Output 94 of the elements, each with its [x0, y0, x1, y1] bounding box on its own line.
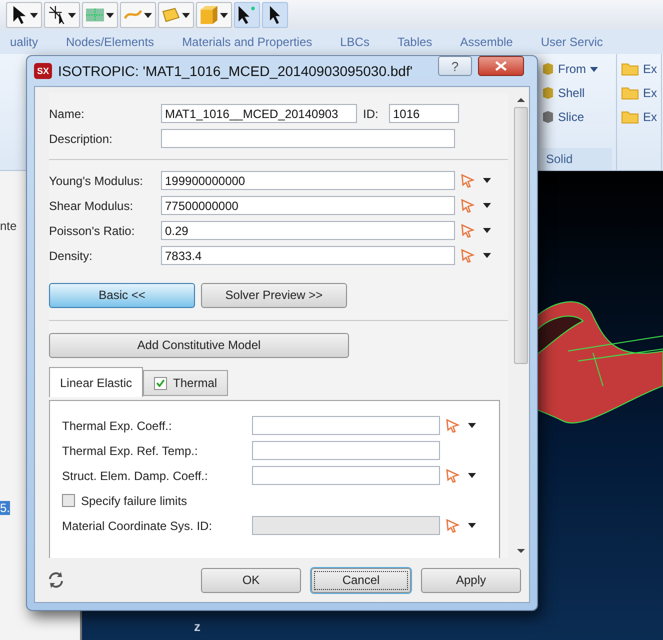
field-label: Material Coordinate Sys. ID: — [62, 518, 214, 532]
ribbon-button[interactable]: Slice — [542, 108, 612, 126]
tab[interactable]: Linear Elastic — [49, 367, 144, 397]
pick-arrow-icon[interactable] — [461, 248, 475, 262]
pick-arrow-icon[interactable] — [461, 198, 475, 212]
pick-arrow-icon[interactable] — [461, 224, 475, 238]
input-field[interactable] — [252, 441, 440, 460]
cube-icon — [200, 6, 218, 24]
ribbon-tab[interactable]: Materials and Properties — [182, 35, 312, 49]
caret-icon[interactable] — [68, 12, 76, 18]
ribbon-button[interactable]: Shell — [542, 84, 612, 102]
field-label: Description: — [49, 132, 114, 146]
axis-label: z — [194, 619, 200, 634]
folder-icon — [621, 62, 639, 76]
ribbon-tab[interactable]: User Servic — [540, 35, 603, 49]
caret-icon[interactable] — [483, 203, 491, 208]
property-field[interactable]: 77500000000 — [161, 196, 455, 215]
caret-icon[interactable] — [144, 12, 152, 18]
ribbon-tab[interactable]: Tables — [397, 35, 432, 49]
dialog-button[interactable]: OK — [201, 568, 301, 592]
ribbon-button[interactable]: Ex — [621, 108, 658, 126]
help-button[interactable]: ? — [438, 56, 472, 76]
ribbon-tab[interactable]: LBCs — [340, 35, 370, 49]
mesh-icon — [86, 6, 104, 24]
toolbar-button[interactable] — [234, 2, 260, 28]
arrow-cursor-icon — [238, 6, 256, 24]
node-select-icon — [48, 6, 66, 24]
mode-button[interactable]: Basic << — [49, 282, 195, 308]
shape-icon — [542, 110, 554, 124]
field-label: Thermal Exp. Coeff.: — [62, 418, 173, 432]
caret-icon[interactable] — [468, 473, 476, 478]
pick-arrow-icon[interactable] — [446, 468, 460, 482]
ribbon-tab[interactable]: Nodes/Elements — [66, 35, 154, 49]
field-label: Struct. Elem. Damp. Coeff.: — [62, 468, 209, 482]
shape-icon — [542, 86, 554, 100]
input-field[interactable] — [252, 416, 440, 435]
mode-button[interactable]: Solver Preview >> — [201, 282, 347, 308]
ribbon-button[interactable]: Ex — [621, 84, 658, 102]
toolbar-button[interactable] — [120, 2, 156, 28]
ribbon-tab[interactable]: Assemble — [460, 35, 513, 49]
property-field[interactable]: 0.29 — [161, 221, 455, 240]
toolbar-button[interactable] — [262, 2, 288, 28]
add-model-button[interactable]: Add Constitutive Model — [49, 332, 349, 358]
shape-icon — [542, 62, 554, 76]
toolbar-button[interactable] — [196, 2, 232, 28]
panel-text-fragment: nte — [0, 219, 17, 233]
field-label: ID: — [363, 106, 380, 120]
ribbon-tab[interactable]: uality — [10, 35, 38, 49]
name-field[interactable]: MAT1_1016__MCED_20140903 — [161, 104, 357, 123]
caret-icon[interactable] — [483, 228, 491, 233]
panel-text-fragment: 5. — [0, 501, 10, 515]
caret-icon[interactable] — [220, 12, 228, 18]
tab[interactable]: Thermal — [143, 370, 228, 396]
property-field[interactable]: 7833.4 — [161, 246, 455, 265]
folder-icon — [621, 86, 639, 100]
close-button[interactable] — [478, 56, 524, 76]
toolbar-button[interactable] — [82, 2, 118, 28]
pick-arrow-icon[interactable] — [446, 418, 460, 432]
dialog-button[interactable]: Cancel — [311, 568, 411, 592]
field-label: Poisson's Ratio: — [49, 224, 136, 238]
toolbar-button[interactable] — [158, 2, 194, 28]
property-field[interactable]: 199900000000 — [161, 171, 455, 190]
field-label: Shear Modulus: — [49, 198, 134, 212]
checkbox[interactable] — [154, 376, 168, 390]
caret-icon[interactable] — [106, 12, 114, 18]
ribbon-button[interactable]: Ex — [621, 60, 658, 78]
pick-arrow-icon[interactable] — [461, 174, 475, 188]
caret-icon[interactable] — [30, 12, 38, 18]
ribbon-group-title: Solid — [542, 148, 612, 170]
close-icon — [495, 61, 507, 71]
folder-icon — [621, 110, 639, 124]
caret-icon[interactable] — [182, 12, 190, 18]
description-field[interactable] — [161, 129, 455, 148]
toolbar-button[interactable] — [44, 2, 80, 28]
checkbox[interactable] — [62, 494, 75, 507]
toolbar-button[interactable] — [6, 2, 42, 28]
input-field[interactable] — [252, 466, 440, 485]
surface-icon — [162, 6, 180, 24]
caret-icon[interactable] — [483, 253, 491, 258]
ribbon-button[interactable]: From — [542, 60, 612, 78]
scroll-thumb[interactable] — [514, 107, 528, 364]
field-label: Density: — [49, 248, 94, 262]
checkbox-label: Specify failure limits — [81, 494, 188, 508]
caret-icon[interactable] — [483, 178, 491, 183]
caret-icon[interactable] — [590, 66, 598, 72]
field-label: Young's Modulus: — [49, 174, 144, 188]
app-logo: SX — [34, 63, 52, 79]
refresh-icon[interactable] — [47, 571, 65, 589]
field-label: Thermal Exp. Ref. Temp.: — [62, 444, 199, 458]
field-label: Name: — [49, 106, 86, 120]
window-title: ISOTROPIC: 'MAT1_1016_MCED_20140903095030.bdf' — [58, 63, 414, 79]
id-field[interactable]: 1016 — [389, 104, 459, 123]
caret-icon[interactable] — [468, 423, 476, 428]
dialog-button[interactable]: Apply — [421, 568, 521, 592]
